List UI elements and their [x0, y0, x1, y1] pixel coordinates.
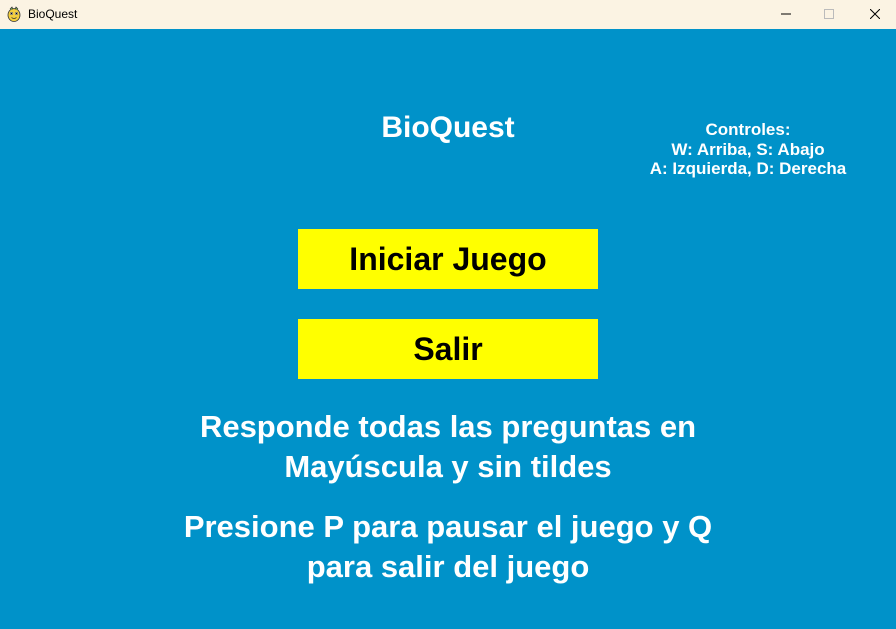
- close-icon: [869, 6, 881, 24]
- window-title: BioQuest: [28, 7, 78, 21]
- answer-instructions-line2: Mayúscula y sin tildes: [284, 449, 612, 484]
- exit-button[interactable]: Salir: [298, 319, 598, 379]
- controls-panel: Controles: W: Arriba, S: Abajo A: Izquie…: [600, 120, 896, 179]
- title-bar[interactable]: BioQuest: [0, 0, 896, 29]
- start-game-button[interactable]: Iniciar Juego: [298, 229, 598, 289]
- maximize-icon: [824, 6, 834, 24]
- answer-instructions: Responde todas las preguntas en Mayúscul…: [100, 407, 796, 487]
- minimize-icon: [781, 6, 791, 24]
- pause-instructions: Presione P para pausar el juego y Q para…: [100, 507, 796, 587]
- pygame-snake-icon: [7, 6, 21, 22]
- pause-instructions-line2: para salir del juego: [306, 549, 590, 584]
- controls-horizontal: A: Izquierda, D: Derecha: [649, 159, 847, 178]
- close-button[interactable]: [852, 0, 896, 29]
- answer-instructions-line1: Responde todas las preguntas en: [199, 409, 697, 444]
- maximize-button[interactable]: [806, 0, 852, 29]
- controls-vertical: W: Arriba, S: Abajo: [671, 139, 825, 159]
- game-canvas[interactable]: BioQuest Controles: W: Arriba, S: Abajo …: [0, 29, 896, 629]
- game-title: BioQuest: [381, 111, 515, 144]
- controls-heading: Controles:: [705, 120, 791, 139]
- app-window: BioQuest BioQuest Controles: W: Arriba, …: [0, 0, 896, 629]
- pause-instructions-line1: Presione P para pausar el juego y Q: [183, 509, 713, 544]
- minimize-button[interactable]: [763, 0, 809, 29]
